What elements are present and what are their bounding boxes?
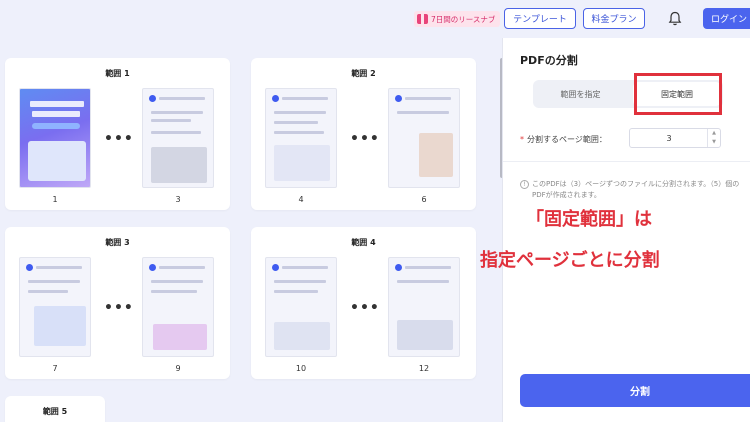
- text-line: [159, 97, 205, 100]
- cover-subheading: [32, 111, 80, 117]
- page-range-label-text: 分割するページ範囲：: [527, 135, 607, 144]
- page-number-last: 12: [418, 364, 430, 373]
- bell-icon[interactable]: [668, 11, 682, 26]
- page-range-label: * 分割するページ範囲：: [520, 134, 607, 145]
- page-number-last: 3: [175, 195, 181, 204]
- page-image: [151, 147, 207, 183]
- template-button[interactable]: テンプレート: [504, 8, 576, 29]
- login-button[interactable]: ログイン: [703, 8, 750, 29]
- range-title: 範囲 4: [351, 238, 376, 247]
- stepper-arrows[interactable]: ▲ ▼: [707, 129, 720, 147]
- range-card-4[interactable]: 範囲 4 ••• 10 12: [251, 227, 476, 379]
- text-line: [274, 290, 318, 293]
- page-image: [397, 320, 453, 350]
- page-image: [153, 324, 207, 350]
- text-line: [397, 111, 449, 114]
- panel-title: PDFの分割: [520, 54, 578, 67]
- text-line: [282, 97, 328, 100]
- required-mark: *: [520, 135, 524, 144]
- annotation-line-1: 「固定範囲」は: [526, 209, 652, 230]
- range-card-5[interactable]: 範囲 5: [5, 396, 105, 422]
- page-number-last: 6: [421, 195, 427, 204]
- page-thumbnail-first[interactable]: [265, 257, 337, 357]
- text-line: [36, 266, 82, 269]
- page-thumbnail-last[interactable]: [388, 257, 460, 357]
- text-line: [151, 131, 201, 134]
- page-image: [34, 306, 86, 346]
- text-line: [151, 111, 203, 114]
- text-line: [274, 111, 326, 114]
- check-icon: [149, 95, 156, 102]
- page-thumbnail-last[interactable]: [388, 88, 460, 188]
- text-line: [151, 290, 197, 293]
- page-range-value[interactable]: 3: [630, 129, 708, 147]
- text-line: [274, 280, 326, 283]
- page-thumbnail-last[interactable]: [142, 88, 214, 188]
- page-thumbnail-first[interactable]: [19, 88, 91, 188]
- cover-button: [32, 123, 80, 129]
- text-line: [151, 280, 203, 283]
- ellipsis: •••: [104, 300, 134, 316]
- decrement-icon[interactable]: ▼: [708, 138, 720, 147]
- check-icon: [272, 264, 279, 271]
- ellipsis: •••: [350, 300, 380, 316]
- promo-badge[interactable]: 7日間のリースナブ: [414, 11, 500, 27]
- check-icon: [149, 264, 156, 271]
- check-icon: [395, 264, 402, 271]
- page-number-first: 7: [52, 364, 58, 373]
- range-title: 範囲 5: [42, 407, 68, 416]
- tab-specify-range[interactable]: 範囲を指定: [533, 80, 628, 108]
- page-thumbnail-last[interactable]: [142, 257, 214, 357]
- text-line: [274, 121, 318, 124]
- text-line: [274, 131, 324, 134]
- page-thumbnail-first[interactable]: [19, 257, 91, 357]
- page-number-first: 1: [52, 195, 58, 204]
- text-line: [28, 280, 80, 283]
- divider: [503, 161, 750, 162]
- page-thumbnail-first[interactable]: [265, 88, 337, 188]
- range-card-1[interactable]: 範囲 1 ••• 1 3: [5, 58, 230, 210]
- text-line: [405, 266, 451, 269]
- range-title: 範囲 1: [105, 69, 130, 78]
- ellipsis: •••: [104, 131, 134, 147]
- range-title: 範囲 2: [351, 69, 376, 78]
- cover-heading: [30, 101, 84, 107]
- text-line: [282, 266, 328, 269]
- page-number-first: 10: [295, 364, 307, 373]
- range-title: 範囲 3: [105, 238, 130, 247]
- split-button[interactable]: 分割: [520, 374, 750, 407]
- range-card-2[interactable]: 範囲 2 ••• 4 6: [251, 58, 476, 210]
- increment-icon[interactable]: ▲: [708, 129, 720, 138]
- range-card-3[interactable]: 範囲 3 ••• 7 9: [5, 227, 230, 379]
- text-line: [151, 119, 191, 122]
- annotation-line-2: 指定ページごとに分割: [480, 250, 660, 271]
- page-image: [419, 133, 453, 177]
- check-icon: [26, 264, 33, 271]
- page-number-last: 9: [175, 364, 181, 373]
- promo-label: 7日間のリースナブ: [431, 14, 496, 24]
- text-line: [405, 97, 451, 100]
- text-line: [28, 290, 68, 293]
- page-number-first: 4: [298, 195, 304, 204]
- top-bar: 7日間のリースナブ テンプレート 料金プラン ログイン: [0, 0, 750, 38]
- cover-image: [28, 141, 86, 181]
- text-line: [397, 280, 449, 283]
- check-icon: [395, 95, 402, 102]
- gift-icon: [417, 14, 428, 24]
- page-image: [274, 322, 330, 350]
- check-icon: [272, 95, 279, 102]
- ellipsis: •••: [350, 131, 380, 147]
- highlight-box: [634, 73, 722, 115]
- plan-button[interactable]: 料金プラン: [583, 8, 645, 29]
- page-image: [274, 145, 330, 181]
- text-line: [159, 266, 205, 269]
- page-range-stepper[interactable]: 3 ▲ ▼: [629, 128, 721, 148]
- info-text: このPDFは（3）ページずつのファイルに分割されます。（5）個のPDFが作成され…: [532, 180, 740, 199]
